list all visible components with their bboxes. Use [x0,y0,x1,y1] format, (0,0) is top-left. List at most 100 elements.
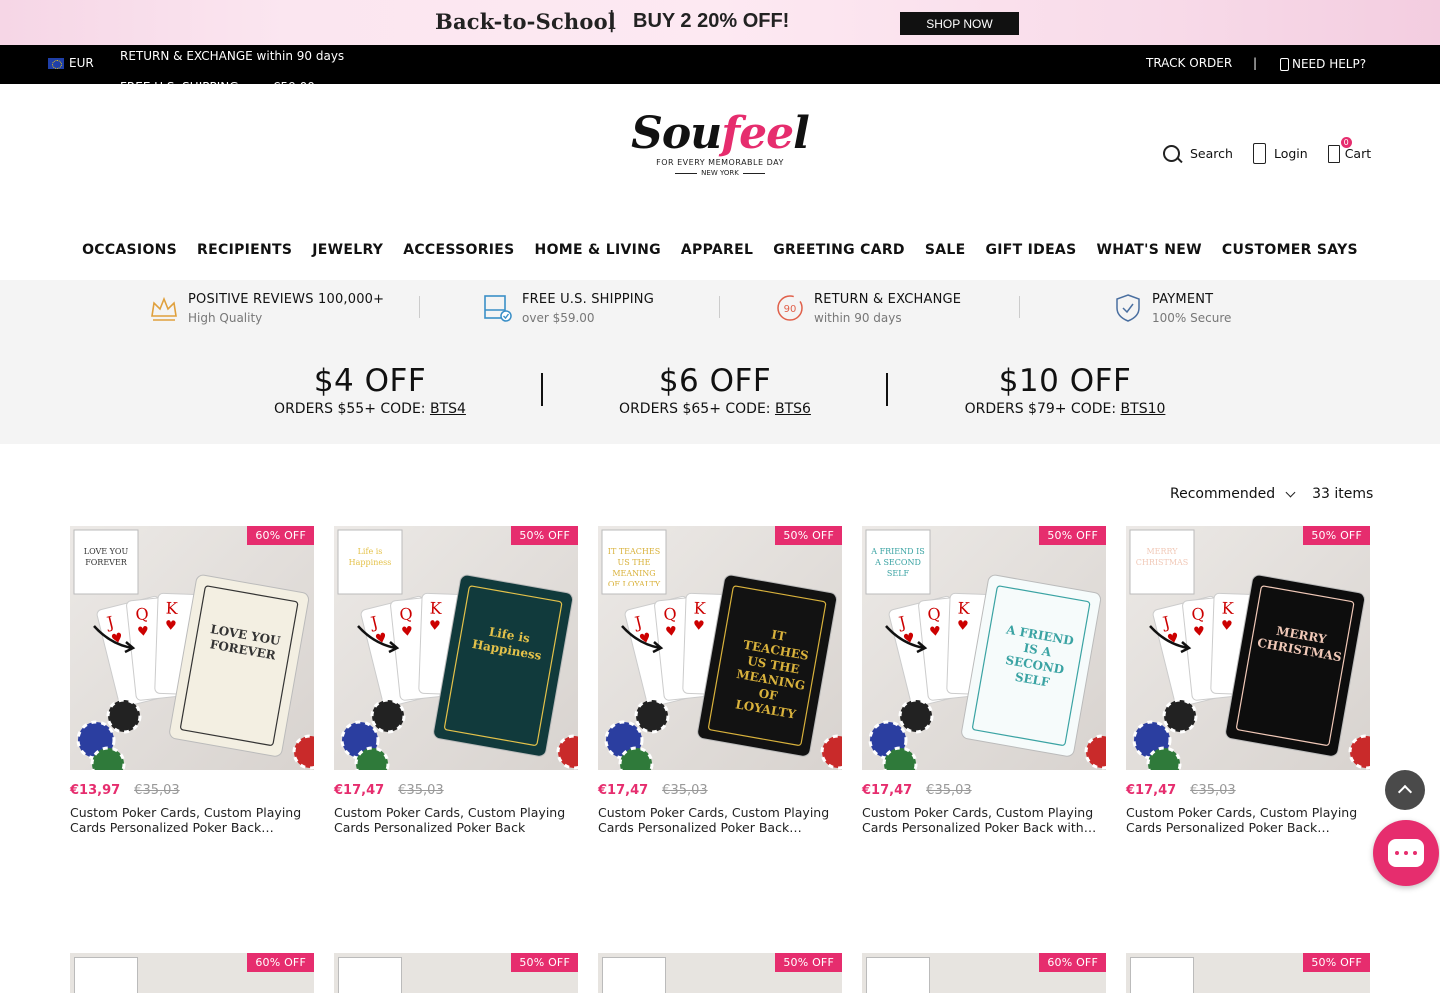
coupon-code[interactable]: BTS10 [1121,401,1166,417]
sale-price: €17,47 [862,783,913,798]
svg-text:Q: Q [927,604,942,624]
nav-item-gift-ideas[interactable]: GIFT IDEAS [975,242,1086,258]
site-logo[interactable]: Soufeel FOR EVERY MEMORABLE DAY NEW YORK [628,108,812,198]
shopping-bag-icon [1327,144,1340,163]
nav-item-accessories[interactable]: ACCESSORIES [393,242,524,258]
svg-text:♥: ♥ [957,618,969,633]
product-card[interactable]: J ♥ Q ♥ K ♥ IT TEACHES US THE MEANING OF LOYAL… [598,526,842,835]
svg-text:♥: ♥ [929,624,942,640]
chat-bubble-icon [1388,839,1424,867]
product-image-wrap[interactable]: 50% OFF [1126,953,1370,993]
nav-item-apparel[interactable]: APPAREL [671,242,763,258]
shipping-box-icon [484,295,512,322]
product-image-wrap[interactable]: J ♥ Q ♥ K ♥ Life is Happiness Life is Happiness… [334,526,578,770]
coupon-code[interactable]: BTS6 [775,401,811,417]
original-price: €35,03 [398,783,444,798]
original-price: €35,03 [134,783,180,798]
product-title[interactable]: Custom Poker Cards, Custom Playing Cards… [598,805,842,835]
search-button[interactable]: Search [1162,144,1233,164]
product-image-wrap[interactable]: 60% OFF [70,953,314,993]
svg-text:♥: ♥ [137,624,150,640]
benefit-subtitle: 100% Secure [1152,311,1232,325]
cart-label: Cart [1344,146,1372,161]
discount-badge: 50% OFF [511,526,578,545]
svg-text:K: K [957,598,971,617]
product-title[interactable]: Custom Poker Cards, Custom Playing Cards… [862,805,1106,835]
original-price: €35,03 [926,783,972,798]
photo-frame [338,957,402,993]
site-header: Soufeel FOR EVERY MEMORABLE DAY NEW YORK… [0,84,1440,280]
track-order-link[interactable]: TRACK ORDER [1146,56,1232,70]
svg-text:Q: Q [663,604,678,624]
need-help-link[interactable]: NEED HELP? [1280,57,1366,71]
svg-text:K: K [165,598,179,617]
product-card[interactable]: 60% OFF [70,953,314,993]
discount-badge: 60% OFF [247,953,314,972]
photo-frame [602,957,666,993]
svg-text:K: K [693,598,707,617]
eu-flag-icon [48,57,64,69]
product-title[interactable]: Custom Poker Cards, Custom Playing Cards… [334,805,578,835]
product-image-wrap[interactable]: 50% OFF [598,953,842,993]
ticker-item: FREE U.S. SHIPPING over €59.00 [120,72,344,84]
currency-label: EUR [69,56,94,70]
product-card[interactable]: J ♥ Q ♥ K ♥ MERRY CHRISTMAS MERRY CHRISTMAS 50% … [1126,526,1370,835]
coupon-code[interactable]: BTS4 [430,401,466,417]
product-image-wrap[interactable]: J ♥ Q ♥ K ♥ IT TEACHES US THE MEANING OF LOYAL… [598,526,842,770]
svg-text:Q: Q [1191,604,1206,624]
chat-button[interactable] [1373,820,1439,886]
benefit-divider [419,296,420,318]
nav-item-home-living[interactable]: HOME & LIVING [525,242,671,258]
product-card[interactable]: 50% OFF [1126,953,1370,993]
return-90-icon: 90 [777,295,803,321]
item-count: 33 items [1312,486,1374,502]
product-image-wrap[interactable]: J ♥ Q ♥ K ♥ LOVE YOU FOREVER LOVE YOU FOREVER 60… [70,526,314,770]
shop-now-button[interactable]: SHOP NOW [900,12,1019,35]
product-card[interactable]: 60% OFF [862,953,1106,993]
login-button[interactable]: Login [1252,143,1308,164]
header-actions: Search Login 0 Cart [1162,136,1372,164]
nav-item-greeting-card[interactable]: GREETING CARD [763,242,915,258]
nav-item-jewelry[interactable]: JEWELRY [302,242,393,258]
product-image-wrap[interactable]: J ♥ Q ♥ K ♥ A FRIEND IS A SECOND SELF A FRIEND … [862,526,1106,770]
sort-dropdown[interactable]: Recommended [1170,486,1296,502]
price-row: €17,47 €35,03 [1126,783,1370,798]
benefit-subtitle: within 90 days [814,311,902,325]
cart-button[interactable]: 0 Cart [1327,136,1372,163]
coupon-divider [886,373,888,406]
product-card[interactable]: J ♥ Q ♥ K ♥ LOVE YOU FOREVER LOVE YOU FOREVER 60… [70,526,314,835]
corner-photo-text: A FRIEND IS A SECOND SELF [871,547,925,578]
need-help-label: NEED HELP? [1292,57,1367,71]
promo-banner[interactable]: Back-to-School | BUY 2 20% OFF! SHOP NOW [0,0,1440,45]
benefits-strip: POSITIVE REVIEWS 100,000+ High Quality F… [0,280,1440,335]
nav-item-sale[interactable]: SALE [915,242,976,258]
sale-price: €17,47 [1126,783,1177,798]
nav-item-occasions[interactable]: OCCASIONS [72,242,187,258]
product-image-wrap[interactable]: 50% OFF [334,953,578,993]
product-card[interactable]: J ♥ Q ♥ K ♥ Life is Happiness Life is Happiness… [334,526,578,835]
sort-selected-label: Recommended [1170,486,1276,502]
product-card[interactable]: J ♥ Q ♥ K ♥ A FRIEND IS A SECOND SELF A FRIEND … [862,526,1106,835]
sale-price: €13,97 [70,783,121,798]
nav-item-customer-says[interactable]: CUSTOMER SAYS [1212,242,1368,258]
svg-text:90: 90 [784,304,797,315]
promo-headline: Back-to-School [435,9,616,34]
product-title[interactable]: Custom Poker Cards, Custom Playing Cards… [70,805,314,835]
product-image-wrap[interactable]: 60% OFF [862,953,1106,993]
price-row: €17,47 €35,03 [862,783,1106,798]
product-title[interactable]: Custom Poker Cards, Custom Playing Cards… [1126,805,1370,835]
product-image-wrap[interactable]: J ♥ Q ♥ K ♥ MERRY CHRISTMAS MERRY CHRISTMAS 50% … [1126,526,1370,770]
shield-check-icon [1116,294,1140,322]
discount-badge: 50% OFF [775,953,842,972]
topbar-divider: | [1253,56,1258,70]
svg-text:Q: Q [135,604,150,624]
nav-item-whats-new[interactable]: WHAT'S NEW [1086,242,1211,258]
benefit-shipping: FREE U.S. SHIPPING over $59.00 [482,292,654,325]
scroll-to-top-button[interactable] [1385,770,1425,810]
discount-badge: 50% OFF [775,526,842,545]
product-card[interactable]: 50% OFF [598,953,842,993]
nav-item-recipients[interactable]: RECIPIENTS [187,242,302,258]
currency-selector[interactable]: EUR [48,56,94,70]
product-card[interactable]: 50% OFF [334,953,578,993]
price-row: €17,47 €35,03 [598,783,842,798]
